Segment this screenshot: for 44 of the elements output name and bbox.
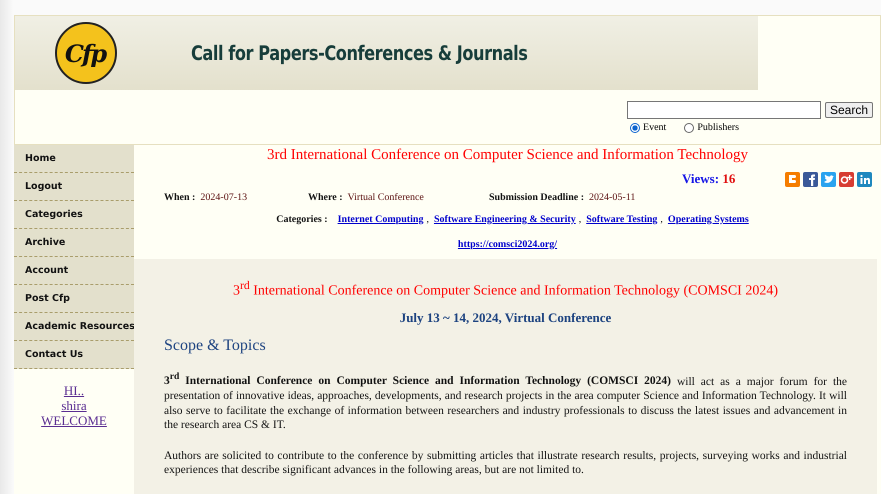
sidebar-item[interactable]: Academic Resources [14, 313, 134, 341]
views-count: Views: 16 [682, 171, 736, 187]
radio-button[interactable] [630, 122, 640, 132]
radio-label: Event [643, 122, 666, 133]
sidebar-item[interactable]: Archive [14, 229, 134, 257]
greeting-link[interactable]: WELCOME [41, 413, 107, 428]
event-title: 3rd International Conference on Computer Science and Information Technology [266, 147, 750, 164]
sidebar-item[interactable]: Home [14, 145, 134, 173]
site-title: Call for Papers-Conferences & Journals [191, 41, 528, 65]
radio-label: Publishers [697, 122, 739, 133]
separator: , [578, 214, 582, 225]
categories-label: Categories : [276, 214, 328, 225]
fact-label: Where : [308, 192, 343, 203]
greeting-link[interactable]: HI.. [64, 383, 84, 398]
fact-value: 2024-07-13 [200, 192, 248, 203]
googleplus-share-icon[interactable] [839, 172, 854, 186]
greeting-link[interactable]: shira [61, 398, 87, 413]
search-field[interactable] [627, 101, 821, 119]
radio-button[interactable] [684, 122, 694, 132]
fact-label: When : [164, 192, 196, 203]
sidebar-item[interactable]: Logout [14, 173, 134, 201]
description-paragraph: Authors are solicited to contribute to the conference by submitting articles that illustrate research results, projects, surveying works and industrial experiences that describe significant advances in the following areas, but are not limited to. [164, 448, 847, 478]
fact-value: 2024-05-11 [589, 192, 636, 203]
conference-dates: July 13 ~ 14, 2024, Virtual Conference [398, 310, 612, 326]
fact-value: Virtual Conference [348, 192, 424, 203]
facebook-share-icon[interactable] [803, 172, 818, 186]
logo[interactable]: Cfp [55, 22, 117, 84]
sidebar-item[interactable]: Categories [14, 201, 134, 229]
category-link[interactable]: Software Testing [586, 214, 658, 225]
website-link[interactable]: https://comsci2024.org/ [458, 239, 558, 250]
separator: , [660, 214, 663, 225]
fact-label: Submission Deadline : [489, 192, 584, 203]
category-link[interactable]: Operating Systems [668, 214, 749, 225]
separator: , [426, 214, 429, 225]
category-link[interactable]: Software Engineering & Security [434, 214, 576, 225]
sidebar-item[interactable]: Post Cfp [14, 285, 134, 313]
sidebar-item[interactable]: Account [14, 257, 134, 285]
sidebar-item[interactable]: Contact Us [14, 341, 134, 369]
category-link[interactable]: Internet Computing [338, 214, 424, 225]
conference-heading: 3$^{rd}$ International Conference on Computer Science and Information Technology (COMSCI 2024) [232, 279, 779, 300]
section-heading: Scope & Topics [164, 336, 267, 355]
description-paragraph: 3$^{rd}$ International Conference on Computer Science and Information Technology (COMSCI 2024) will act as a major forum for the presentation of innovative ideas, approaches, developments, and research projects in the area computer Science and Information Technology. It will also serve to facilitate the exchange of information between researchers and industry professionals to discuss the latest issues and advancement in the research area CS & IT. [164, 370, 847, 433]
linkedin-share-icon[interactable] [857, 172, 872, 186]
search-button[interactable]: Search [825, 102, 874, 118]
